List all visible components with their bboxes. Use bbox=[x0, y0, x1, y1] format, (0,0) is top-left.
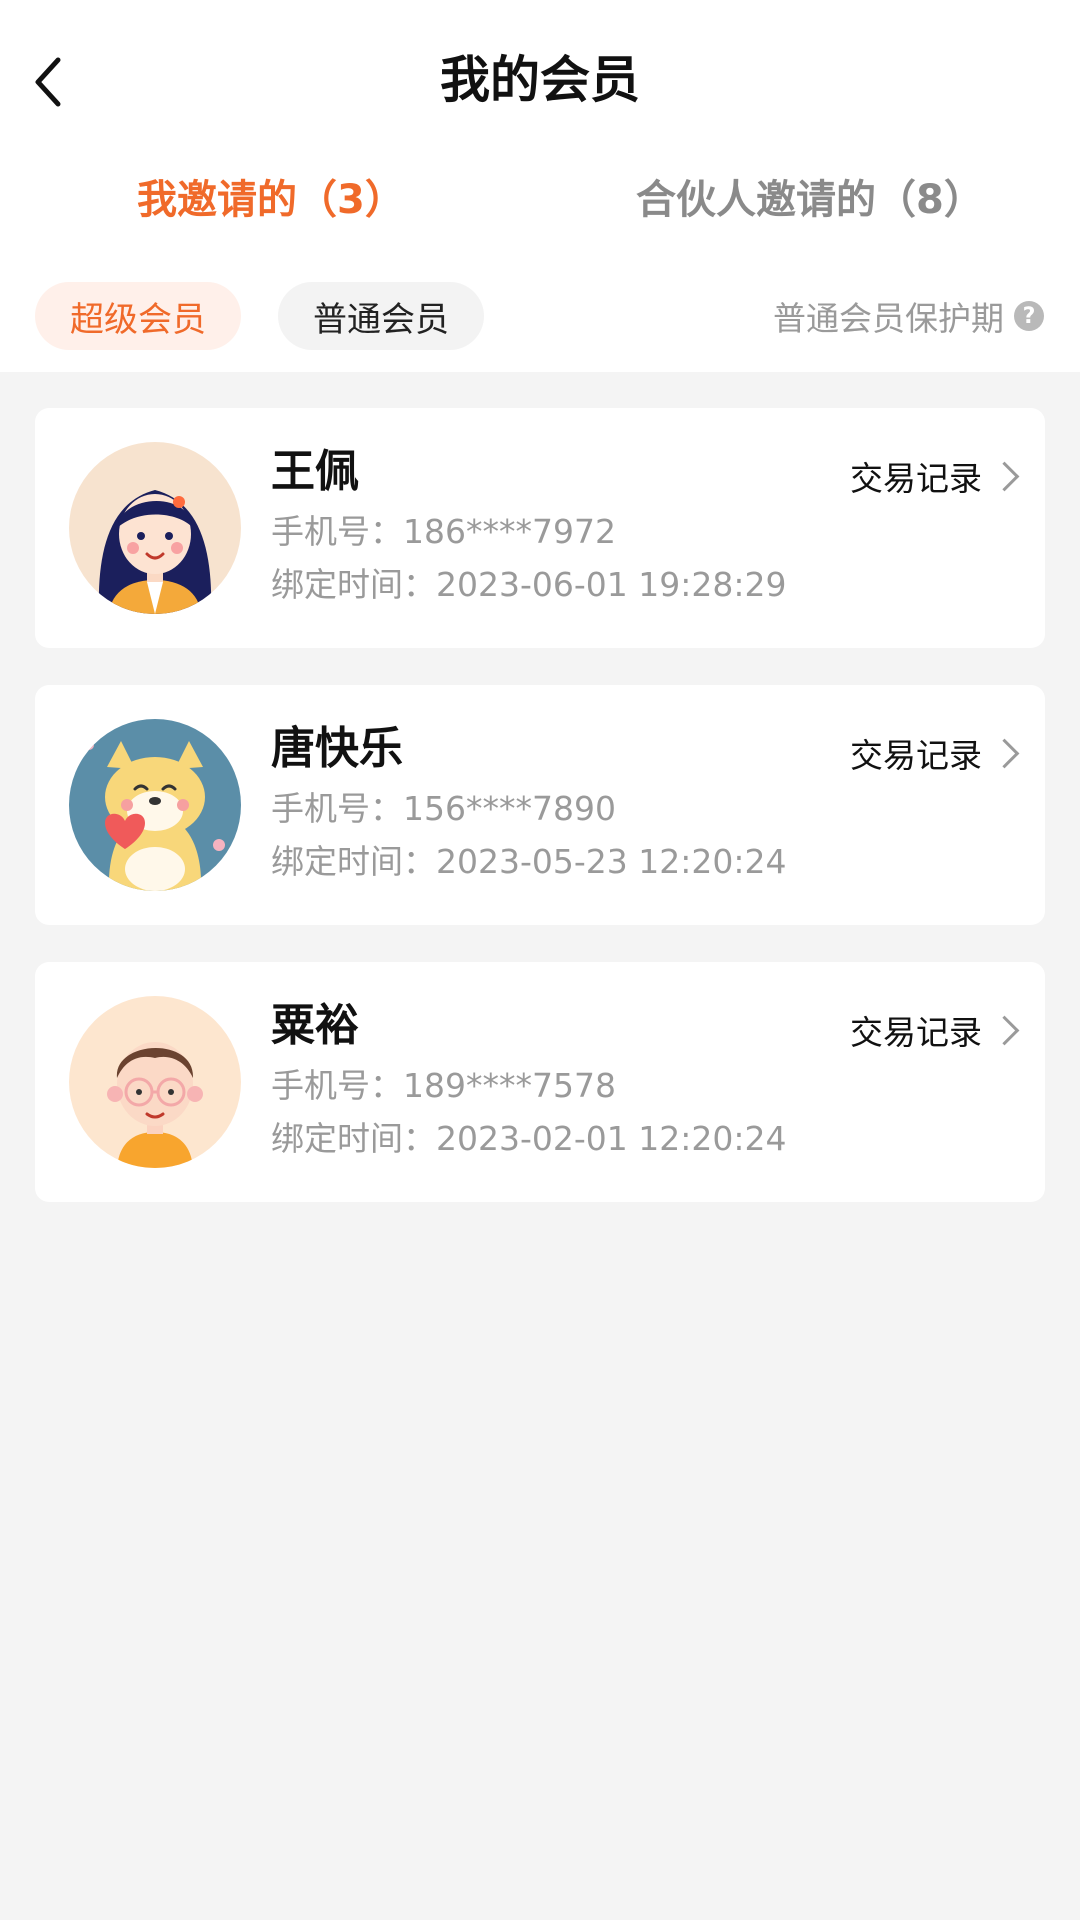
member-bind-time: 绑定时间：2023-06-01 19:28:29 bbox=[271, 565, 787, 604]
transaction-record-link[interactable]: 交易记录 bbox=[850, 452, 1020, 500]
girl-avatar bbox=[69, 442, 241, 614]
transaction-record-label: 交易记录 bbox=[850, 736, 982, 775]
chevron-right-icon bbox=[989, 1015, 1020, 1045]
tab-partner-invites[interactable]: 合伙人邀请的（8） bbox=[636, 170, 984, 230]
member-phone: 手机号：189****7578 bbox=[271, 1066, 616, 1105]
member-card[interactable]: 粟裕 手机号：189****7578 绑定时间：2023-02-01 12:20… bbox=[35, 962, 1045, 1202]
member-bind-time: 绑定时间：2023-02-01 12:20:24 bbox=[271, 1119, 787, 1158]
header-area: 我的会员 我邀请的（3） 合伙人邀请的（8） 超级会员 普通会员 普通会员保护期… bbox=[0, 0, 1080, 372]
question-help-icon[interactable]: ? bbox=[1014, 301, 1044, 331]
member-name: 王佩 bbox=[271, 446, 359, 497]
shiba-dog-avatar bbox=[69, 719, 241, 891]
tab-my-invites[interactable]: 我邀请的（3） bbox=[137, 170, 405, 230]
filter-super-member[interactable]: 超级会员 bbox=[35, 282, 241, 350]
member-name: 粟裕 bbox=[271, 1000, 359, 1051]
member-name: 唐快乐 bbox=[271, 723, 403, 774]
chevron-right-icon bbox=[989, 738, 1020, 768]
member-phone: 手机号：156****7890 bbox=[271, 789, 616, 828]
member-phone: 手机号：186****7972 bbox=[271, 512, 616, 551]
member-card[interactable]: 王佩 手机号：186****7972 绑定时间：2023-06-01 19:28… bbox=[35, 408, 1045, 648]
chevron-right-icon bbox=[989, 461, 1020, 491]
member-card[interactable]: 唐快乐 手机号：156****7890 绑定时间：2023-05-23 12:2… bbox=[35, 685, 1045, 925]
filter-normal-member[interactable]: 普通会员 bbox=[278, 282, 484, 350]
protection-period-label: 普通会员保护期 bbox=[773, 299, 1004, 338]
member-bind-time: 绑定时间：2023-05-23 12:20:24 bbox=[271, 842, 787, 881]
transaction-record-link[interactable]: 交易记录 bbox=[850, 1006, 1020, 1054]
transaction-record-label: 交易记录 bbox=[850, 459, 982, 498]
transaction-record-label: 交易记录 bbox=[850, 1013, 982, 1052]
transaction-record-link[interactable]: 交易记录 bbox=[850, 729, 1020, 777]
protection-period-link[interactable]: 普通会员保护期 ? bbox=[773, 292, 1044, 340]
boy-glasses-avatar bbox=[69, 996, 241, 1168]
page-title: 我的会员 bbox=[440, 51, 640, 109]
